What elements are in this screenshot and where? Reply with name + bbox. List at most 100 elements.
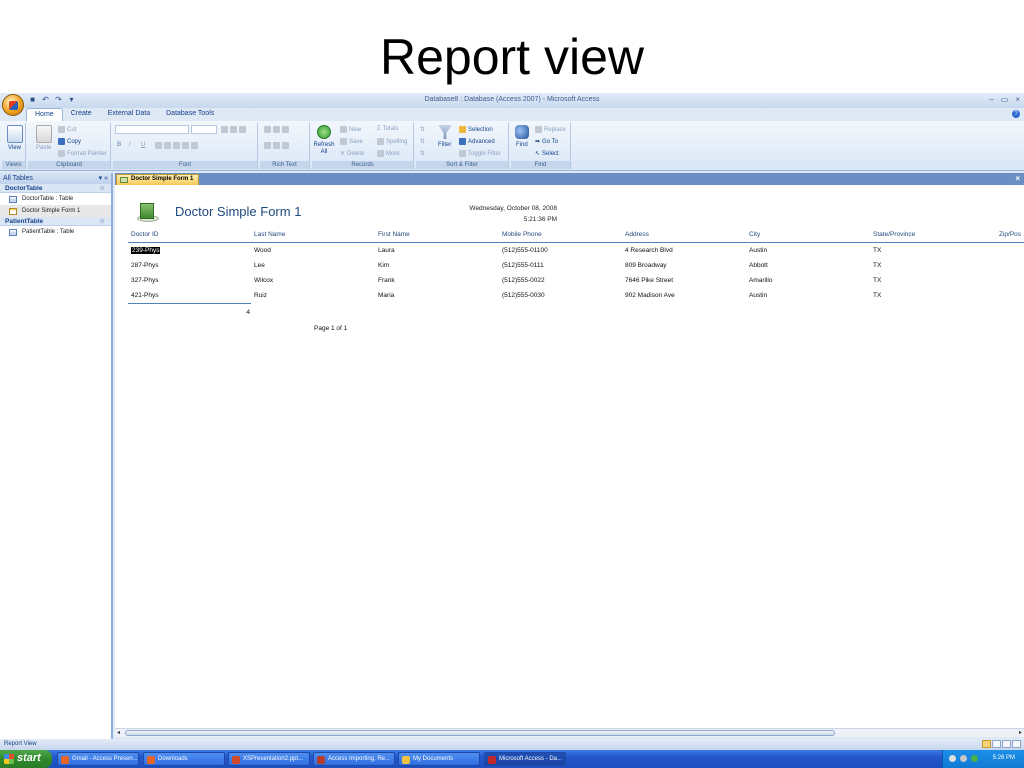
taskbar-button[interactable]: Downloads [143, 752, 225, 766]
table-cell[interactable]: (512)555-0111 [502, 262, 544, 269]
taskbar-button[interactable]: Access Importing, Re... [313, 752, 395, 766]
table-cell[interactable]: (512)555-0022 [502, 277, 545, 284]
nav-item-patienttable-table[interactable]: PatientTable : Table [0, 226, 111, 238]
office-button[interactable] [2, 94, 24, 116]
sort-descending-icon[interactable]: ⇅ [420, 138, 425, 145]
nav-pane-header[interactable]: All Tables ▾ « [0, 173, 111, 184]
nav-group-doctortable[interactable]: DoctorTable ☆ [0, 184, 111, 193]
scrollbar-thumb[interactable] [125, 730, 835, 736]
spelling-button[interactable]: Spelling [377, 138, 407, 145]
scroll-left-icon[interactable]: ◂ [117, 729, 120, 736]
taskbar-button-active[interactable]: Microsoft Access - Da... [484, 752, 566, 766]
totals-button[interactable]: Σ Totals [377, 126, 398, 132]
column-header: Last Name [254, 231, 286, 238]
table-cell[interactable]: 4 Research Blvd [625, 247, 673, 254]
tab-doctor-simple-form[interactable]: Doctor Simple Form 1 [116, 174, 200, 185]
find-button[interactable]: Find [516, 142, 528, 148]
minimize-button[interactable]: – [989, 95, 993, 104]
advanced-button[interactable]: Advanced [459, 138, 495, 145]
tab-external-data[interactable]: External Data [100, 108, 158, 121]
table-cell[interactable]: TX [873, 247, 881, 254]
tab-database-tools[interactable]: Database Tools [158, 108, 222, 121]
table-cell[interactable]: Amarillo [749, 277, 772, 284]
help-icon[interactable]: ? [1012, 110, 1020, 118]
italic-button[interactable]: I [129, 142, 131, 148]
cut-button[interactable]: Cut [58, 126, 76, 133]
nav-item-doctortable-table[interactable]: DoctorTable : Table [0, 193, 111, 205]
scroll-right-icon[interactable]: ▸ [1019, 729, 1022, 736]
design-view-icon[interactable] [1012, 740, 1021, 748]
indent-buttons[interactable] [264, 126, 289, 133]
table-cell[interactable]: Austin [749, 292, 767, 299]
goto-button[interactable]: ➡ Go To [535, 138, 558, 146]
table-cell[interactable]: Austin [749, 247, 767, 254]
table-cell[interactable]: TX [873, 277, 881, 284]
align-buttons[interactable] [221, 126, 246, 133]
toggle-filter-button[interactable]: Toggle Filter [459, 150, 501, 157]
close-document-icon[interactable]: × [1015, 174, 1020, 183]
selection-button[interactable]: Selection [459, 126, 493, 133]
print-preview-icon[interactable] [992, 740, 1001, 748]
table-cell[interactable]: Wood [254, 247, 271, 254]
filter-button[interactable]: Filter [438, 142, 451, 148]
table-cell[interactable]: 287-Phys [131, 262, 158, 269]
table-cell[interactable]: (512)555-01100 [502, 247, 548, 254]
table-cell[interactable]: 7646 Pike Street [625, 277, 673, 284]
table-cell[interactable]: Laura [378, 247, 395, 254]
replace-button[interactable]: Replace [535, 126, 566, 133]
table-cell[interactable]: 809 Broadway [625, 262, 667, 269]
horizontal-scrollbar[interactable]: ◂ ▸ [115, 728, 1024, 737]
network-tray-icon[interactable] [960, 755, 967, 762]
layout-view-icon[interactable] [1002, 740, 1011, 748]
taskbar-button[interactable]: Gmail - Access Presen... [57, 752, 139, 766]
copy-button[interactable]: Copy [58, 138, 81, 145]
taskbar-button[interactable]: My Documents [398, 752, 480, 766]
taskbar-button[interactable]: XSPresentation2.ppt... [228, 752, 310, 766]
select-button[interactable]: ↖ Select [535, 150, 559, 158]
table-cell[interactable]: 421-Phys [131, 292, 158, 299]
report-view-icon[interactable] [982, 740, 991, 748]
more-button[interactable]: More [377, 150, 400, 157]
nav-item-doctor-simple-form[interactable]: Doctor Simple Form 1 [0, 205, 111, 217]
bold-button[interactable]: B [117, 142, 121, 148]
table-cell[interactable]: 239-Phys [131, 247, 161, 254]
list-buttons[interactable] [264, 142, 289, 149]
tab-home[interactable]: Home [26, 108, 63, 121]
table-cell[interactable]: Abbott [749, 262, 768, 269]
view-button[interactable]: View [8, 145, 21, 151]
table-cell[interactable]: Frank [378, 277, 395, 284]
table-cell[interactable]: Maria [378, 292, 394, 299]
close-button[interactable]: × [1015, 95, 1020, 104]
report-view: Doctor Simple Form 1 Wednesday, October … [115, 185, 1024, 728]
font-size-select[interactable] [191, 125, 217, 134]
refresh-all-button[interactable]: Refresh All [313, 142, 335, 156]
font-name-select[interactable] [115, 125, 189, 134]
table-icon [9, 229, 17, 236]
security-tray-icon[interactable] [971, 755, 978, 762]
find-group-label: Find [511, 161, 570, 169]
table-cell[interactable]: 327-Phys [131, 277, 158, 284]
table-cell[interactable]: TX [873, 292, 881, 299]
clear-sort-icon[interactable]: ⇅ [420, 150, 425, 157]
table-cell[interactable]: (512)555-0030 [502, 292, 545, 299]
tab-create[interactable]: Create [63, 108, 100, 121]
new-record-button[interactable]: New [340, 126, 361, 133]
delete-record-button[interactable]: ✕ Delete [340, 150, 364, 158]
table-cell[interactable]: Kim [378, 262, 389, 269]
paste-button[interactable]: Paste [36, 145, 51, 151]
table-cell[interactable]: 902 Madison Ave [625, 292, 675, 299]
table-cell[interactable]: Ruiz [254, 292, 267, 299]
maximize-button[interactable]: ▭ [1001, 95, 1009, 104]
nav-group-patienttable[interactable]: PatientTable ☆ [0, 217, 111, 226]
format-painter-button[interactable]: Format Painter [58, 150, 107, 157]
underline-button[interactable]: U [141, 142, 145, 148]
save-record-button[interactable]: Save [340, 138, 363, 145]
start-button[interactable]: start [0, 750, 52, 768]
sort-ascending-icon[interactable]: ⇅ [420, 126, 425, 133]
help-tray-icon[interactable] [949, 755, 956, 762]
table-cell[interactable]: Wilcox [254, 277, 273, 284]
font-color-button[interactable] [155, 142, 198, 149]
nav-pane-controls[interactable]: ▾ « [99, 174, 108, 182]
table-cell[interactable]: TX [873, 262, 881, 269]
table-cell[interactable]: Lee [254, 262, 265, 269]
